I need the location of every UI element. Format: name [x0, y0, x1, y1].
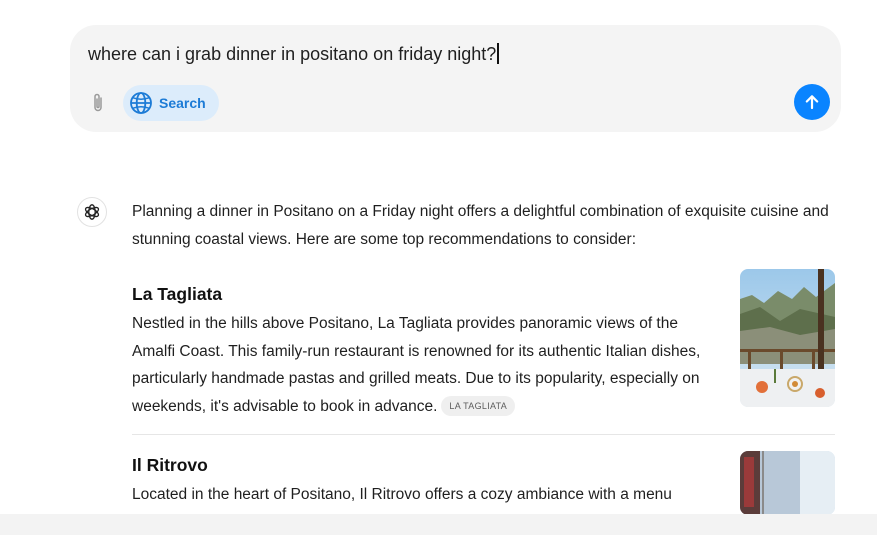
restaurant-photo[interactable]: [740, 269, 835, 407]
message-input-text: where can i grab dinner in positano on f…: [88, 44, 497, 64]
bottom-bar: [0, 514, 877, 535]
restaurant-name: Il Ritrovo: [132, 455, 208, 475]
globe-icon: [129, 91, 153, 115]
response-intro: Planning a dinner in Positano on a Frida…: [132, 203, 829, 248]
assistant-logo-icon: [82, 202, 102, 222]
text-caret: [497, 43, 499, 64]
message-input[interactable]: where can i grab dinner in positano on f…: [88, 43, 499, 65]
source-citation-chip[interactable]: LA TAGLIATA: [441, 395, 516, 416]
message-composer: where can i grab dinner in positano on f…: [70, 25, 841, 132]
paperclip-icon: [90, 92, 106, 114]
restaurant-description: Located in the heart of Positano, Il Rit…: [132, 486, 672, 503]
restaurant-name: La Tagliata: [132, 284, 223, 304]
recommendation-divider: [132, 434, 835, 435]
restaurant-description-text: Nestled in the hills above Positano, La …: [132, 315, 701, 415]
search-toggle-button[interactable]: Search: [123, 85, 219, 121]
assistant-avatar: [77, 197, 107, 227]
send-button[interactable]: [794, 84, 830, 120]
search-label: Search: [159, 95, 206, 111]
recommendation-card: La Tagliata Nestled in the hills above P…: [132, 269, 835, 432]
restaurant-description: Nestled in the hills above Positano, La …: [132, 310, 722, 420]
attach-button[interactable]: [87, 91, 109, 115]
arrow-up-icon: [803, 93, 821, 111]
restaurant-photo[interactable]: [740, 451, 835, 515]
chat-page: where can i grab dinner in positano on f…: [0, 0, 877, 535]
